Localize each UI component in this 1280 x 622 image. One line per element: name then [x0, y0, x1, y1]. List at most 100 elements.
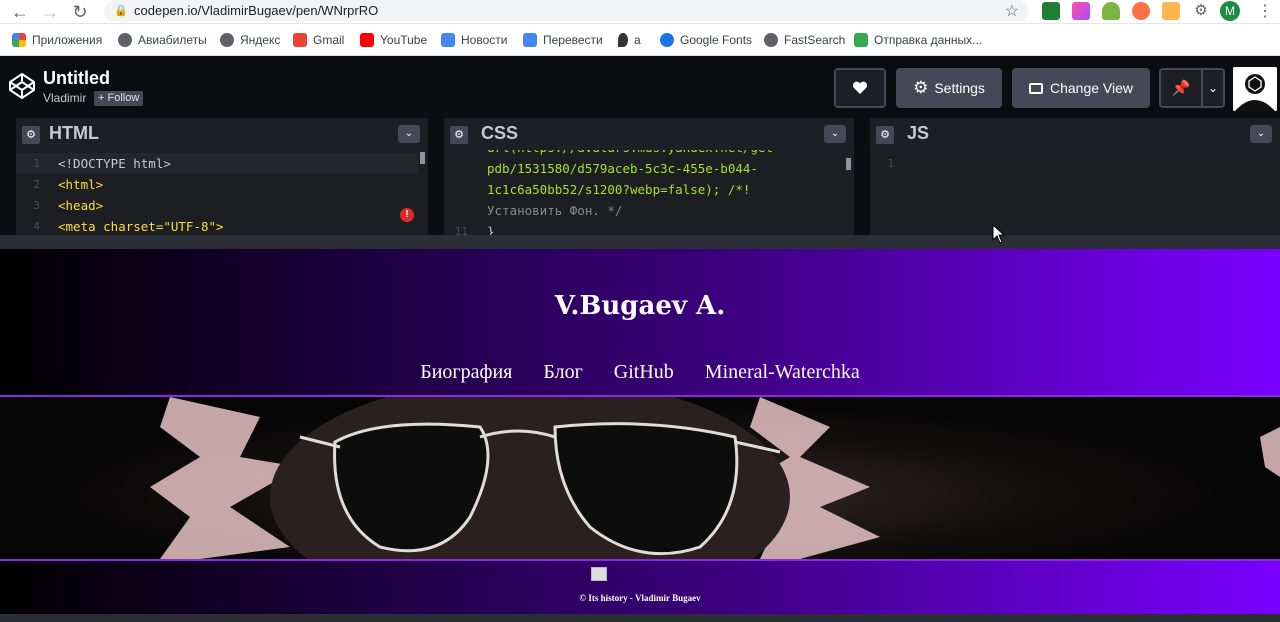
bookmark-item[interactable]: Новости: [441, 32, 507, 48]
css-settings-gear-icon[interactable]: ⚙: [450, 126, 468, 144]
code-text: url(https://avatars.mds.yandex.net/get-: [487, 150, 781, 158]
line-number: 2: [33, 178, 40, 191]
bookmark-star-icon[interactable]: ☆: [1005, 1, 1019, 21]
css-code-area[interactable]: url(https://avatars.mds.yandex.net/get- …: [444, 150, 854, 235]
broken-image-icon: [591, 567, 607, 581]
layout-icon: [1028, 82, 1043, 94]
google-fonts-icon: [660, 33, 674, 47]
site-header: V.Bugaev A. Биография Блог GitHub Minera…: [0, 249, 1280, 397]
pin-button[interactable]: 📌: [1159, 68, 1203, 108]
css-scrollbar[interactable]: [846, 158, 851, 170]
bookmark-item[interactable]: YouTube: [360, 32, 427, 48]
cursor-arrow-icon: [992, 224, 1006, 244]
change-view-label: Change View: [1049, 80, 1134, 96]
pin-icon: 📌: [1171, 80, 1191, 97]
bookmark-item[interactable]: Яндекс: [220, 32, 280, 48]
bookmark-label: Gmail: [313, 33, 345, 47]
html-scrollbar[interactable]: [420, 152, 425, 164]
nav-link-blog[interactable]: Блог: [543, 361, 582, 383]
code-text: <html>: [58, 177, 104, 192]
bookmark-item[interactable]: FastSearch: [764, 32, 845, 48]
bookmark-item[interactable]: Gmail: [293, 32, 344, 48]
nav-link-biography[interactable]: Биография: [420, 361, 512, 383]
bookmark-item[interactable]: a: [618, 32, 641, 48]
settings-button[interactable]: ⚙ Settings: [896, 68, 1002, 108]
extension-icon[interactable]: [1132, 2, 1150, 20]
codepen-logo-icon[interactable]: [8, 72, 36, 100]
pen-title[interactable]: Untitled: [43, 68, 110, 89]
html-settings-gear-icon[interactable]: ⚙: [22, 126, 40, 144]
html-code-area[interactable]: 1 <!DOCTYPE html> 2 <html> 3 <head> 4 <m…: [16, 150, 428, 235]
settings-label: Settings: [934, 80, 985, 96]
bookmark-item[interactable]: Отправка данных...: [854, 32, 982, 48]
forward-icon[interactable]: →: [40, 2, 60, 22]
css-editor-header: ⚙ CSS ⌄: [444, 118, 854, 150]
user-avatar[interactable]: [1233, 67, 1277, 111]
bookmark-item[interactable]: Google Fonts: [660, 32, 752, 48]
bookmark-label: Авиабилеты: [138, 33, 207, 47]
code-line: 1 <!DOCTYPE html>: [16, 153, 418, 174]
hero-image: [0, 397, 1280, 559]
code-text: <meta charset="UTF-8">: [58, 219, 224, 234]
bookmark-item[interactable]: Перевести: [523, 32, 603, 48]
cat-sunglasses-image: [150, 397, 1280, 559]
tree-icon: [854, 33, 868, 47]
bookmark-label: FastSearch: [784, 33, 846, 47]
code-text: Установить Фон. */: [487, 203, 623, 218]
css-editor-title: CSS: [481, 123, 519, 143]
bookmark-apps[interactable]: Приложения: [12, 32, 102, 48]
js-code-area[interactable]: 1: [870, 150, 1280, 235]
html-collapse-chevron-icon[interactable]: ⌄: [398, 125, 420, 143]
youtube-icon: [360, 33, 374, 47]
html-editor-header: ⚙ HTML ⌄: [16, 118, 428, 150]
reload-icon[interactable]: ↻: [70, 2, 90, 22]
news-icon: [441, 33, 455, 47]
js-collapse-chevron-icon[interactable]: ⌄: [1250, 125, 1272, 143]
editor-panels: ⚙ HTML ⌄ 1 <!DOCTYPE html> 2 <html> 3 <h…: [0, 118, 1280, 235]
bookmarks-bar: Приложения Авиабилеты Яндекс Gmail YouTu…: [0, 24, 1280, 56]
drop-icon: [618, 33, 628, 47]
code-text: }: [487, 224, 495, 235]
html-editor-title: HTML: [49, 123, 99, 143]
js-settings-gear-icon[interactable]: ⚙: [876, 126, 894, 144]
extension-icon[interactable]: [1072, 2, 1090, 20]
bookmark-label: Новости: [461, 33, 508, 47]
code-text: 1c1c6a50bb52/s1200?webp=false); /*!: [487, 182, 751, 197]
back-icon[interactable]: ←: [10, 2, 30, 22]
pen-author[interactable]: Vladimir: [43, 91, 86, 105]
gmail-icon: [293, 33, 307, 47]
url-text: codepen.io/VladimirBugaev/pen/WNrprRO: [134, 3, 379, 18]
download-extension-icon[interactable]: [1102, 2, 1120, 20]
css-collapse-chevron-icon[interactable]: ⌄: [824, 125, 846, 143]
line-number: 4: [33, 220, 40, 233]
bookmark-label: Отправка данных...: [874, 33, 983, 47]
gear-icon: ⚙: [913, 78, 929, 97]
nav-link-github[interactable]: GitHub: [614, 361, 674, 383]
change-view-button[interactable]: Change View: [1012, 68, 1150, 108]
extension-icon[interactable]: [1162, 2, 1180, 20]
line-number: 11: [454, 225, 468, 235]
error-icon[interactable]: !: [400, 208, 414, 222]
html-editor: ⚙ HTML ⌄ 1 <!DOCTYPE html> 2 <html> 3 <h…: [16, 118, 428, 235]
nav-link-mineral-waterchka[interactable]: Mineral-Waterchka: [705, 361, 860, 383]
bookmark-label: a: [634, 33, 641, 47]
extensions-puzzle-icon[interactable]: ⚙: [1192, 2, 1210, 20]
pin-dropdown-button[interactable]: ⌄: [1203, 68, 1225, 108]
love-button[interactable]: [834, 68, 886, 108]
menu-kebab-icon[interactable]: ⋮: [1257, 1, 1273, 21]
codepen-header: Untitled Vladimir + Follow ⚙ Settings Ch…: [0, 56, 1280, 118]
resize-handle[interactable]: [0, 235, 1280, 249]
address-bar[interactable]: 🔒 codepen.io/VladimirBugaev/pen/WNrprRO …: [104, 0, 1029, 22]
code-text: pdb/1531580/d579aceb-5c3c-455e-b044-: [487, 161, 758, 176]
profile-avatar[interactable]: M: [1220, 1, 1240, 21]
site-nav: Биография Блог GitHub Mineral-Waterchka: [0, 361, 1280, 384]
lock-icon: 🔒: [114, 5, 128, 17]
follow-button[interactable]: + Follow: [94, 91, 144, 106]
console-bar[interactable]: [0, 614, 1280, 622]
globe-icon: [220, 33, 234, 47]
extension-icon[interactable]: [1042, 2, 1060, 20]
bookmark-label: Приложения: [32, 33, 103, 47]
globe-icon: [118, 33, 132, 47]
bookmark-label: Google Fonts: [680, 33, 753, 47]
bookmark-item[interactable]: Авиабилеты: [118, 32, 207, 48]
